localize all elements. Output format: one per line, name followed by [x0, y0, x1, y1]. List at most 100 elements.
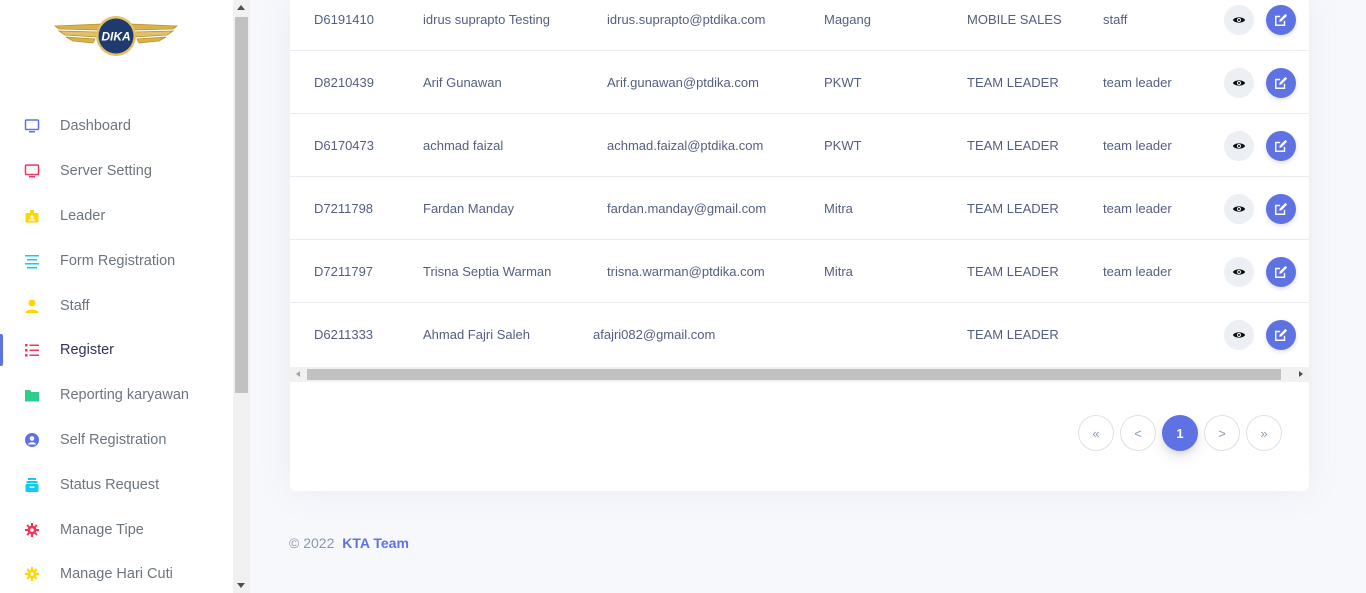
employee-id: D6191410: [314, 12, 374, 27]
sidebar-item-reporting-karyawan[interactable]: Reporting karyawan: [0, 373, 233, 418]
view-button[interactable]: [1224, 130, 1254, 161]
sidebar-item-dashboard[interactable]: Dashboard: [0, 104, 233, 149]
employee-email: Arif.gunawan@ptdika.com: [607, 75, 759, 90]
scroll-left-arrow-icon[interactable]: [296, 371, 300, 377]
view-button[interactable]: [1224, 319, 1254, 350]
scroll-down-arrow-icon[interactable]: [237, 583, 245, 588]
edit-icon: [1275, 328, 1288, 341]
employee-role: staff: [1103, 12, 1128, 27]
employee-name: idrus suprapto Testing: [423, 12, 550, 27]
sidebar-item-label: Register: [60, 342, 114, 359]
edit-button[interactable]: [1266, 67, 1296, 98]
employee-role: team leader: [1103, 201, 1172, 216]
sidebar-item-server-setting[interactable]: Server Setting: [0, 149, 233, 194]
edit-button[interactable]: [1266, 319, 1296, 350]
sidebar-item-label: Self Registration: [60, 431, 167, 448]
view-button[interactable]: [1224, 67, 1254, 98]
employee-id: D7211798: [314, 201, 374, 216]
view-button[interactable]: [1224, 4, 1254, 35]
gear-icon: [23, 565, 41, 583]
edit-icon: [1275, 13, 1288, 26]
sidebar-item-staff[interactable]: Staff: [0, 283, 233, 328]
sidebar-item-manage-hari-cuti[interactable]: Manage Hari Cuti: [0, 552, 233, 593]
list-icon: [23, 341, 41, 359]
sidebar-item-status-request[interactable]: Status Request: [0, 462, 233, 507]
table-horizontal-scrollbar[interactable]: [290, 367, 1309, 382]
sidebar-item-label: Status Request: [60, 476, 160, 493]
sidebar-item-label: Form Registration: [60, 252, 176, 269]
sidebar-item-self-registration[interactable]: Self Registration: [0, 418, 233, 463]
employee-email: idrus.suprapto@ptdika.com: [607, 12, 766, 27]
employee-email: trisna.warman@ptdika.com: [607, 264, 765, 279]
monitor-icon: [23, 117, 41, 135]
logo-text: DIKA: [101, 30, 130, 44]
footer-brand-link[interactable]: KTA Team: [342, 535, 409, 551]
employee-role: team leader: [1103, 264, 1172, 279]
edit-button[interactable]: [1266, 130, 1296, 161]
employment-type: Mitra: [824, 201, 853, 216]
edit-icon: [1275, 76, 1288, 89]
sidebar-item-label: Manage Tipe: [60, 521, 144, 538]
gear-icon: [23, 521, 41, 539]
employee-name: achmad faizal: [423, 138, 504, 153]
sidebar-item-leader[interactable]: Leader: [0, 194, 233, 239]
employee-id: D6211333: [314, 327, 374, 342]
view-button[interactable]: [1224, 256, 1254, 287]
employee-name: Ahmad Fajri Saleh: [423, 327, 530, 342]
view-button[interactable]: [1224, 193, 1254, 224]
employee-name: Arif Gunawan: [423, 75, 502, 90]
sidebar-item-manage-tipe[interactable]: Manage Tipe: [0, 507, 233, 552]
badge-icon: [23, 207, 41, 225]
scroll-up-arrow-icon[interactable]: [237, 5, 245, 10]
sidebar-scrollbar[interactable]: [233, 0, 250, 593]
sidebar-item-label: Reporting karyawan: [60, 387, 189, 404]
last-page-button[interactable]: »: [1246, 415, 1282, 451]
employee-id: D7211797: [314, 264, 374, 279]
page-1-button[interactable]: 1: [1162, 415, 1198, 451]
dika-logo[interactable]: DIKA: [53, 14, 179, 58]
table-row: D8210439 Arif Gunawan Arif.gunawan@ptdik…: [290, 51, 1309, 114]
first-page-button[interactable]: «: [1078, 415, 1114, 451]
eye-icon: [1232, 79, 1246, 86]
register-table: D6191410 idrus suprapto Testing idrus.su…: [290, 0, 1309, 367]
employee-id: D6170473: [314, 138, 374, 153]
sidebar-nav: Dashboard Server Setting Leader Form Reg…: [0, 104, 233, 593]
employment-type: Mitra: [824, 264, 853, 279]
sidebar-item-label: Dashboard: [60, 118, 131, 135]
employee-role: team leader: [1103, 75, 1172, 90]
sidebar-item-label: Manage Hari Cuti: [60, 566, 173, 583]
sidebar: DIKA Dashboard Server Setting Leader For…: [0, 0, 233, 593]
edit-button[interactable]: [1266, 256, 1296, 287]
register-table-card: D6191410 idrus suprapto Testing idrus.su…: [290, 0, 1309, 491]
monitor-icon: [23, 162, 41, 180]
sidebar-item-register[interactable]: Register: [0, 328, 233, 373]
edit-button[interactable]: [1266, 193, 1296, 224]
scroll-right-arrow-icon[interactable]: [1299, 371, 1303, 377]
edit-button[interactable]: [1266, 4, 1296, 35]
employment-type: PKWT: [824, 75, 862, 90]
table-row: D6211333 Ahmad Fajri Saleh afajri082@gma…: [290, 303, 1309, 366]
employee-role: team leader: [1103, 138, 1172, 153]
employee-email: fardan.manday@gmail.com: [607, 201, 767, 216]
next-page-button[interactable]: >: [1204, 415, 1240, 451]
user-icon: [23, 297, 41, 315]
table-row: D7211798 Fardan Manday fardan.manday@gma…: [290, 177, 1309, 240]
employee-id: D8210439: [314, 75, 374, 90]
employee-position: TEAM LEADER: [967, 138, 1059, 153]
sidebar-item-label: Staff: [60, 297, 90, 314]
sidebar-item-form-registration[interactable]: Form Registration: [0, 238, 233, 283]
employment-type: PKWT: [824, 138, 862, 153]
employee-position: TEAM LEADER: [967, 201, 1059, 216]
employee-position: MOBILE SALES: [967, 12, 1062, 27]
align-left-icon: [23, 252, 41, 270]
edit-icon: [1275, 202, 1288, 215]
scrollbar-thumb[interactable]: [235, 17, 248, 393]
folder-icon: [23, 386, 41, 404]
sidebar-item-label: Leader: [60, 207, 106, 224]
sidebar-item-label: Server Setting: [60, 163, 152, 180]
eye-icon: [1232, 142, 1246, 149]
scrollbar-thumb[interactable]: [307, 369, 1281, 380]
employee-position: TEAM LEADER: [967, 75, 1059, 90]
table-row: D7211797 Trisna Septia Warman trisna.war…: [290, 240, 1309, 303]
previous-page-button[interactable]: <: [1120, 415, 1156, 451]
